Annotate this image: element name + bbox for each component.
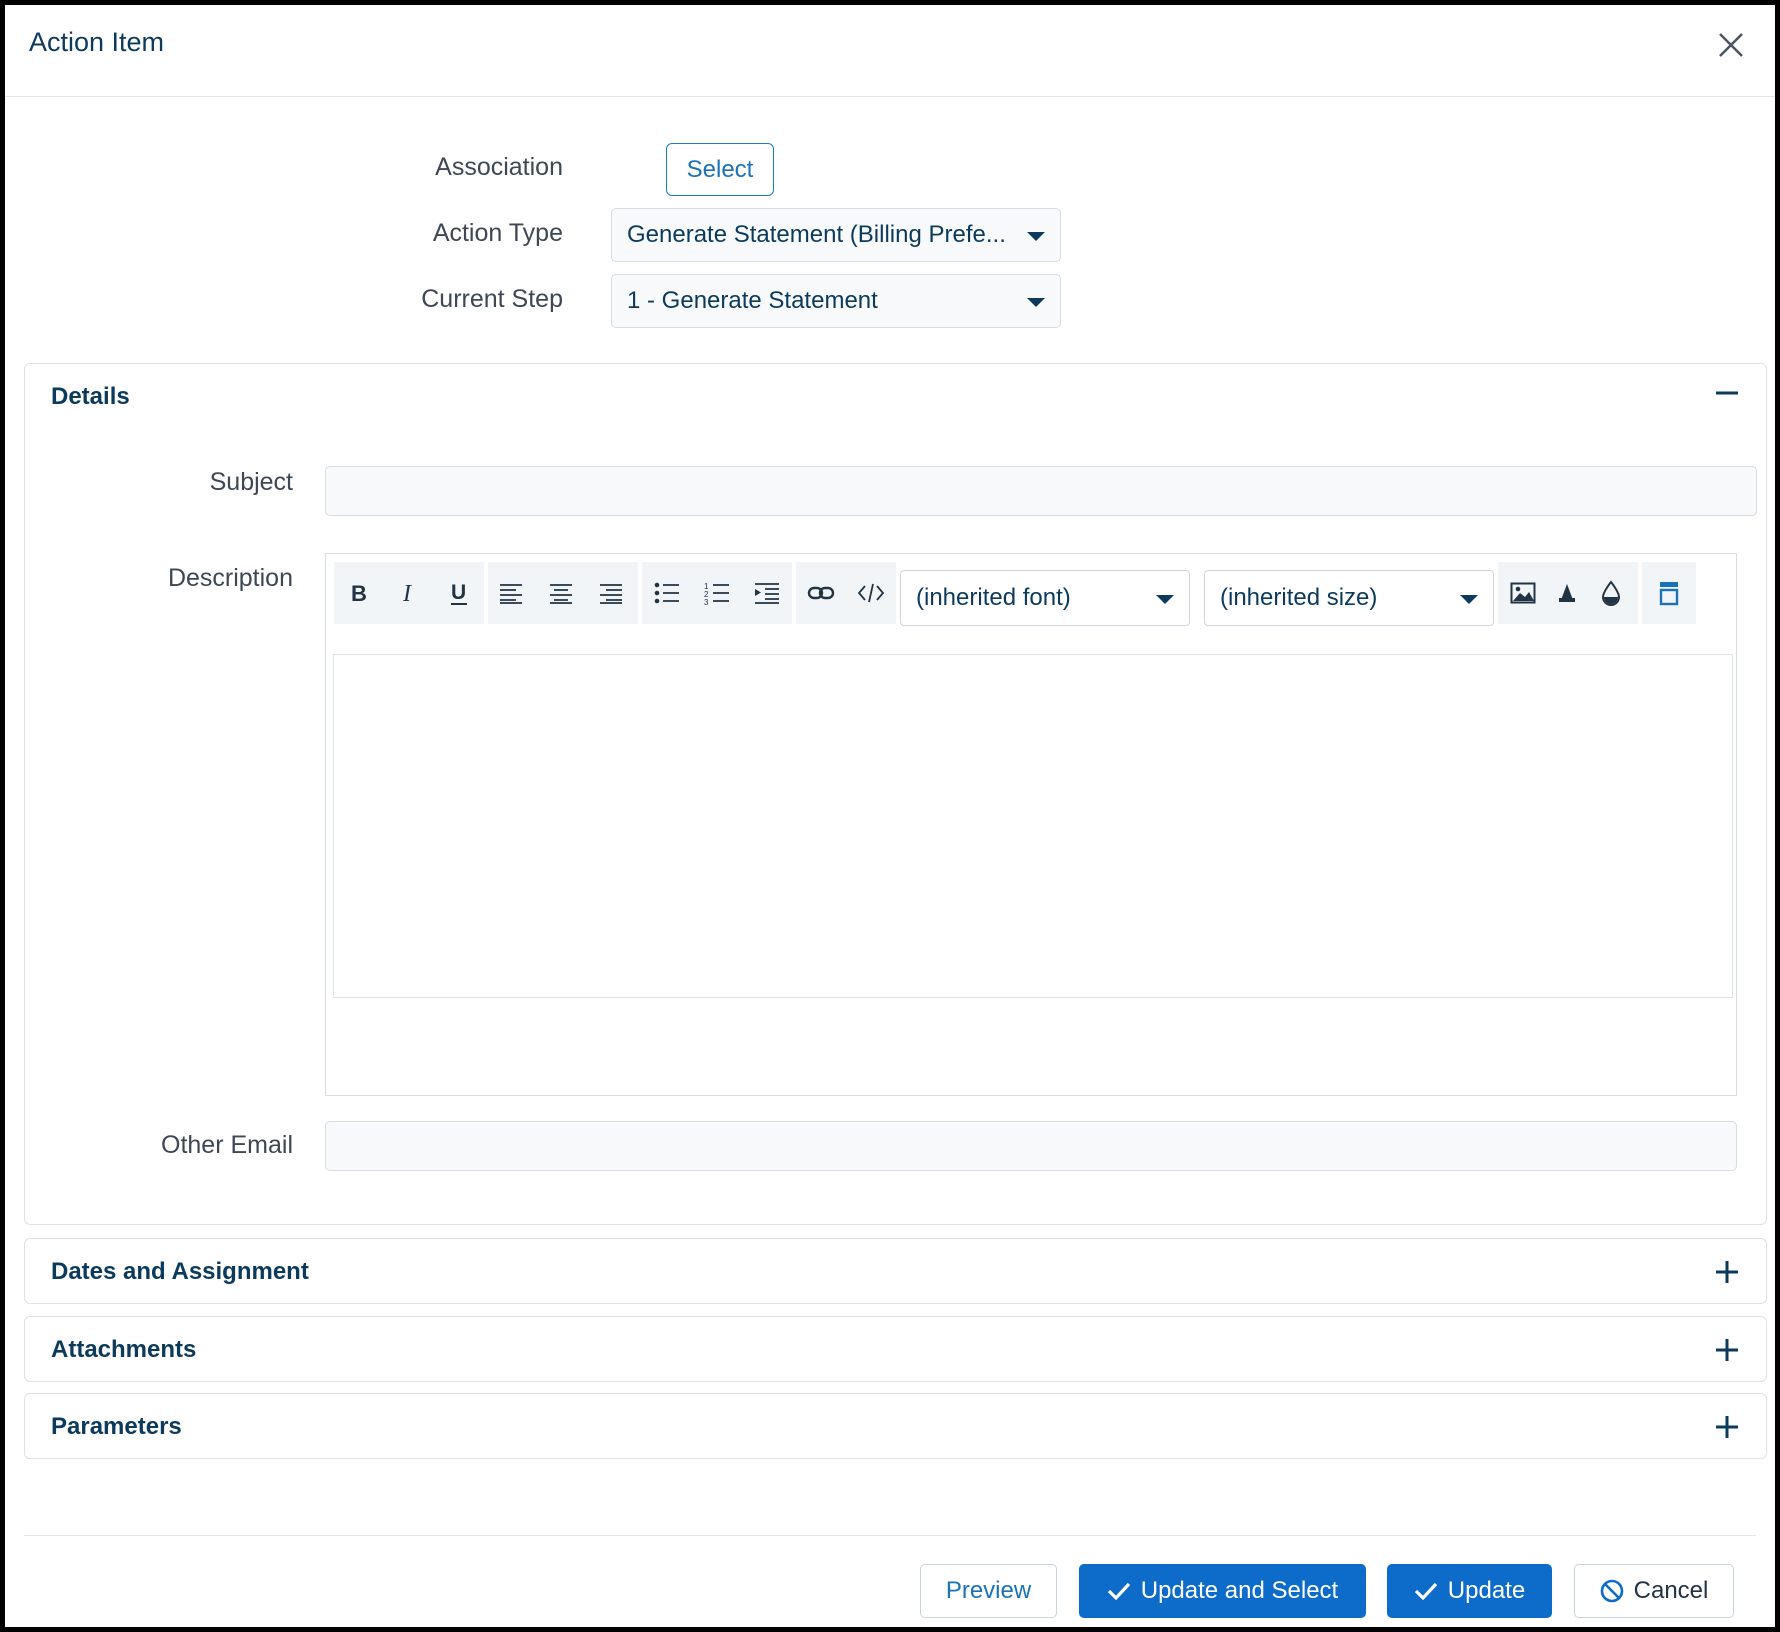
toolbar-group-media [1498, 562, 1638, 624]
close-icon [1719, 33, 1743, 57]
other-email-label: Other Email [161, 1131, 293, 1159]
check-icon [1107, 1582, 1130, 1601]
bold-button[interactable]: B [336, 570, 382, 616]
details-panel-title[interactable]: Details [51, 383, 130, 411]
code-button[interactable] [848, 570, 894, 616]
numbered-list-button[interactable]: 123 [694, 570, 740, 616]
code-icon [857, 583, 885, 603]
collapse-button[interactable] [1714, 380, 1740, 406]
svg-text:U: U [451, 581, 466, 604]
preview-button[interactable]: Preview [920, 1564, 1057, 1618]
ban-icon [1600, 1579, 1623, 1603]
link-button[interactable] [798, 570, 844, 616]
action-item-dialog: Action Item Association Select Action Ty… [0, 0, 1780, 1632]
font-family-value: (inherited font) [916, 584, 1071, 611]
bold-icon: B [351, 581, 367, 605]
align-center-button[interactable] [538, 570, 584, 616]
update-and-select-button[interactable]: Update and Select [1079, 1564, 1366, 1618]
underline-button[interactable]: U [436, 570, 482, 616]
close-button[interactable] [1711, 25, 1751, 65]
toolbar-group-lists: 123 [642, 562, 792, 624]
action-type-label: Action Type [432, 219, 563, 247]
align-left-icon [500, 584, 522, 604]
plus-icon [1716, 1416, 1738, 1438]
font-family-select[interactable]: (inherited font) [900, 570, 1190, 626]
italic-button[interactable]: I [386, 570, 432, 616]
chevron-down-icon [1027, 232, 1045, 241]
description-label: Description [167, 564, 293, 592]
update-label: Update [1447, 1577, 1526, 1604]
attachments-panel[interactable]: Attachments [24, 1316, 1767, 1382]
association-label: Association [435, 153, 563, 181]
align-right-icon [600, 584, 622, 604]
underline-icon: U [451, 581, 467, 605]
insert-image-button[interactable] [1500, 570, 1546, 616]
other-email-input[interactable] [325, 1121, 1737, 1171]
align-right-button[interactable] [588, 570, 634, 616]
svg-text:3: 3 [704, 598, 709, 605]
numbered-list-icon: 123 [704, 582, 729, 605]
plus-icon [1716, 1261, 1738, 1283]
indent-icon [755, 583, 779, 604]
description-textarea[interactable] [333, 654, 1733, 998]
update-and-select-label: Update and Select [1140, 1577, 1339, 1604]
footer-divider [24, 1535, 1756, 1536]
association-select-button[interactable]: Select [666, 143, 774, 196]
align-left-button[interactable] [488, 570, 534, 616]
fullscreen-icon [1659, 582, 1679, 606]
attachments-title: Attachments [51, 1336, 197, 1363]
subject-label: Subject [209, 468, 293, 496]
parameters-title: Parameters [51, 1413, 182, 1440]
chevron-down-icon [1027, 298, 1045, 307]
font-size-value: (inherited size) [1220, 584, 1378, 611]
svg-text:I: I [402, 581, 412, 605]
cancel-label: Cancel [1633, 1577, 1709, 1604]
background-color-button[interactable] [1588, 570, 1634, 616]
action-type-select[interactable]: Generate Statement (Billing Prefe... [611, 208, 1061, 262]
description-editor: B I U 1 2 3 (inherited font) (inherited … [325, 553, 1737, 1096]
minus-icon [1716, 391, 1738, 395]
cancel-button[interactable]: Cancel [1574, 1564, 1734, 1618]
preview-label: Preview [945, 1577, 1032, 1604]
svg-text:B: B [351, 581, 367, 605]
dates-assignment-title: Dates and Assignment [51, 1258, 309, 1285]
droplet-icon [1601, 580, 1621, 606]
expand-button[interactable] [1714, 1337, 1740, 1363]
parameters-panel[interactable]: Parameters [24, 1393, 1767, 1459]
current-step-label: Current Step [421, 285, 563, 313]
font-size-select[interactable]: (inherited size) [1204, 570, 1494, 626]
toolbar-group-view [1642, 562, 1696, 624]
toolbar-group-format: B I U [334, 562, 484, 624]
indent-button[interactable] [744, 570, 790, 616]
bullet-list-button[interactable] [644, 570, 690, 616]
bullet-list-icon [654, 582, 679, 604]
dates-assignment-panel[interactable]: Dates and Assignment [24, 1238, 1767, 1304]
font-color-button[interactable] [1544, 570, 1590, 616]
dialog-header: Action Item [5, 5, 1775, 97]
details-panel: Details Subject Description B I U 1 2 3 … [24, 363, 1767, 1225]
check-icon [1414, 1582, 1437, 1601]
chevron-down-icon [1460, 595, 1478, 604]
chevron-down-icon [1156, 595, 1174, 604]
subject-input[interactable] [325, 466, 1757, 516]
align-center-icon [550, 584, 572, 604]
image-icon [1510, 582, 1536, 604]
update-button[interactable]: Update [1387, 1564, 1552, 1618]
font-color-icon [1559, 584, 1575, 602]
italic-icon: I [402, 581, 412, 605]
action-type-value: Generate Statement (Billing Prefe... [627, 221, 1006, 248]
fullscreen-button[interactable] [1646, 570, 1692, 616]
toolbar-group-align [488, 562, 638, 624]
expand-button[interactable] [1714, 1259, 1740, 1285]
link-icon [807, 586, 835, 600]
toolbar-group-insert [796, 562, 896, 624]
current-step-select[interactable]: 1 - Generate Statement [611, 274, 1061, 328]
current-step-value: 1 - Generate Statement [627, 287, 878, 314]
expand-button[interactable] [1714, 1414, 1740, 1440]
plus-icon [1716, 1339, 1738, 1361]
dialog-title: Action Item [29, 27, 165, 57]
